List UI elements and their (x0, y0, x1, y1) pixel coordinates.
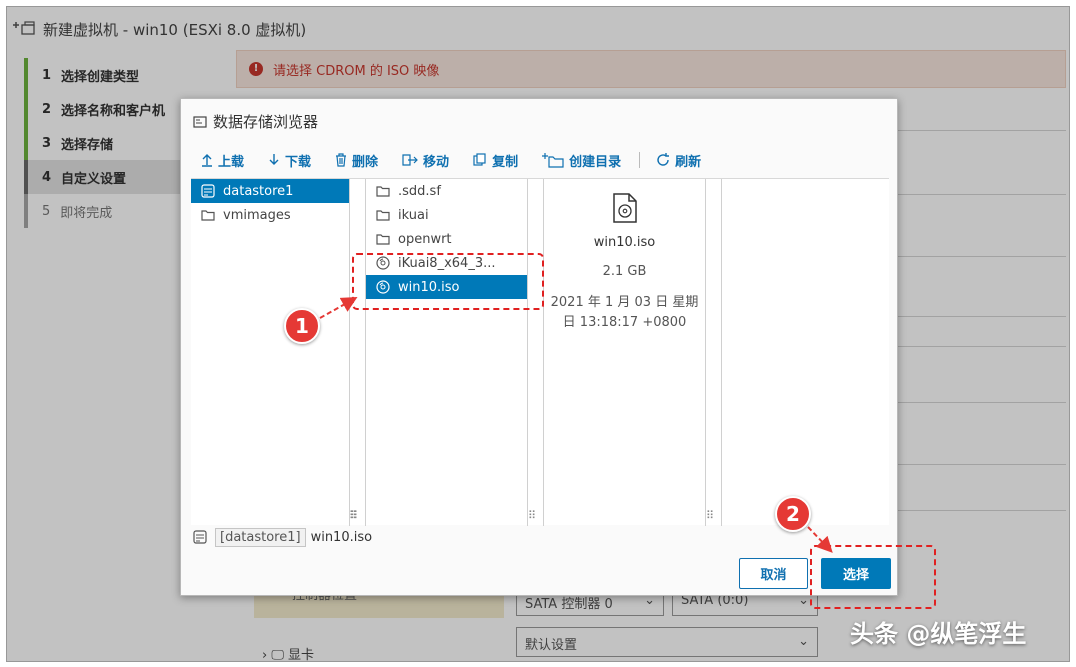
move-icon (402, 154, 418, 166)
folder-icon (376, 210, 390, 221)
folder-contents-column: .sdd.sf ikuai openwrt iKuai8_x64_3... wi… (350, 179, 536, 526)
move-label: 移动 (423, 154, 450, 170)
file-name: .sdd.sf (398, 183, 441, 199)
datastore-item[interactable]: vmimages (191, 203, 349, 227)
datastore-column: datastore1 vmimages ⠿ (191, 179, 357, 526)
copy-icon (473, 153, 486, 166)
datastore-name: vmimages (223, 207, 291, 223)
file-item[interactable]: ikuai (366, 203, 527, 227)
dialog-title-bar: 数据存储浏览器 (193, 111, 318, 132)
dialog-title: 数据存储浏览器 (213, 113, 319, 131)
file-name: ikuai (398, 207, 429, 223)
refresh-icon (657, 153, 670, 166)
file-name: openwrt (398, 231, 452, 247)
step-badge-1: 1 (284, 308, 320, 344)
create-directory-button[interactable]: 创建目录 (542, 151, 621, 170)
datastore-icon (193, 530, 207, 544)
step-badge-2: 2 (775, 496, 811, 532)
path-file-name: win10.iso (310, 529, 373, 545)
create-directory-label: 创建目录 (569, 154, 622, 170)
refresh-button[interactable]: 刷新 (656, 151, 701, 170)
download-button[interactable]: 下载 (268, 151, 311, 170)
new-folder-icon (542, 153, 564, 168)
file-preview-column: win10.iso 2.1 GB 2021 年 1 月 03 日 星期日 13:… (543, 179, 714, 526)
datastore-item[interactable]: datastore1 (191, 179, 349, 203)
upload-button[interactable]: 上载 (201, 151, 244, 170)
cancel-button[interactable]: 取消 (739, 558, 808, 589)
datastore-browser-icon (193, 115, 207, 128)
disc-image-file-icon (612, 193, 637, 223)
download-label: 下载 (285, 154, 312, 170)
preview-modified-date: 2021 年 1 月 03 日 星期日 13:18:17 +0800 (550, 295, 699, 330)
watermark: 头条 @纵笔浮生 (850, 620, 1027, 648)
column-resize-handle[interactable]: ⠿ (706, 509, 714, 522)
file-browser: datastore1 vmimages ⠿ .sdd.sf ikuai open… (191, 178, 889, 526)
folder-icon (376, 234, 390, 245)
datastore-icon (201, 184, 215, 198)
file-preview: win10.iso 2.1 GB 2021 年 1 月 03 日 星期日 13:… (544, 179, 705, 333)
refresh-label: 刷新 (675, 154, 702, 170)
preview-file-name: win10.iso (593, 235, 656, 250)
path-datastore-tag: [datastore1] (215, 527, 306, 547)
column-resize-handle[interactable]: ⠿ (350, 509, 358, 522)
copy-button[interactable]: 复制 (473, 151, 518, 170)
delete-label: 删除 (352, 154, 379, 170)
browser-toolbar: 上载 下载 删除 移动 复制 创建目录 刷新 (201, 149, 725, 171)
folder-icon (201, 210, 215, 221)
datastore-name: datastore1 (223, 183, 294, 199)
file-item[interactable]: .sdd.sf (366, 179, 527, 203)
move-button[interactable]: 移动 (402, 151, 449, 170)
upload-label: 上载 (218, 154, 245, 170)
toolbar-separator (639, 152, 641, 168)
delete-button[interactable]: 删除 (335, 151, 378, 170)
folder-icon (376, 186, 390, 197)
copy-label: 复制 (492, 154, 519, 170)
selected-path: [datastore1] win10.iso (193, 527, 372, 547)
highlight-box-file (352, 253, 544, 310)
preview-file-size: 2.1 GB (602, 264, 647, 279)
file-item[interactable]: openwrt (366, 227, 527, 251)
column-resize-handle[interactable]: ⠿ (528, 509, 536, 522)
trash-icon (336, 153, 347, 167)
empty-column (721, 179, 889, 526)
highlight-box-select-button (810, 545, 936, 609)
upload-icon (202, 154, 212, 167)
download-icon (269, 154, 279, 165)
